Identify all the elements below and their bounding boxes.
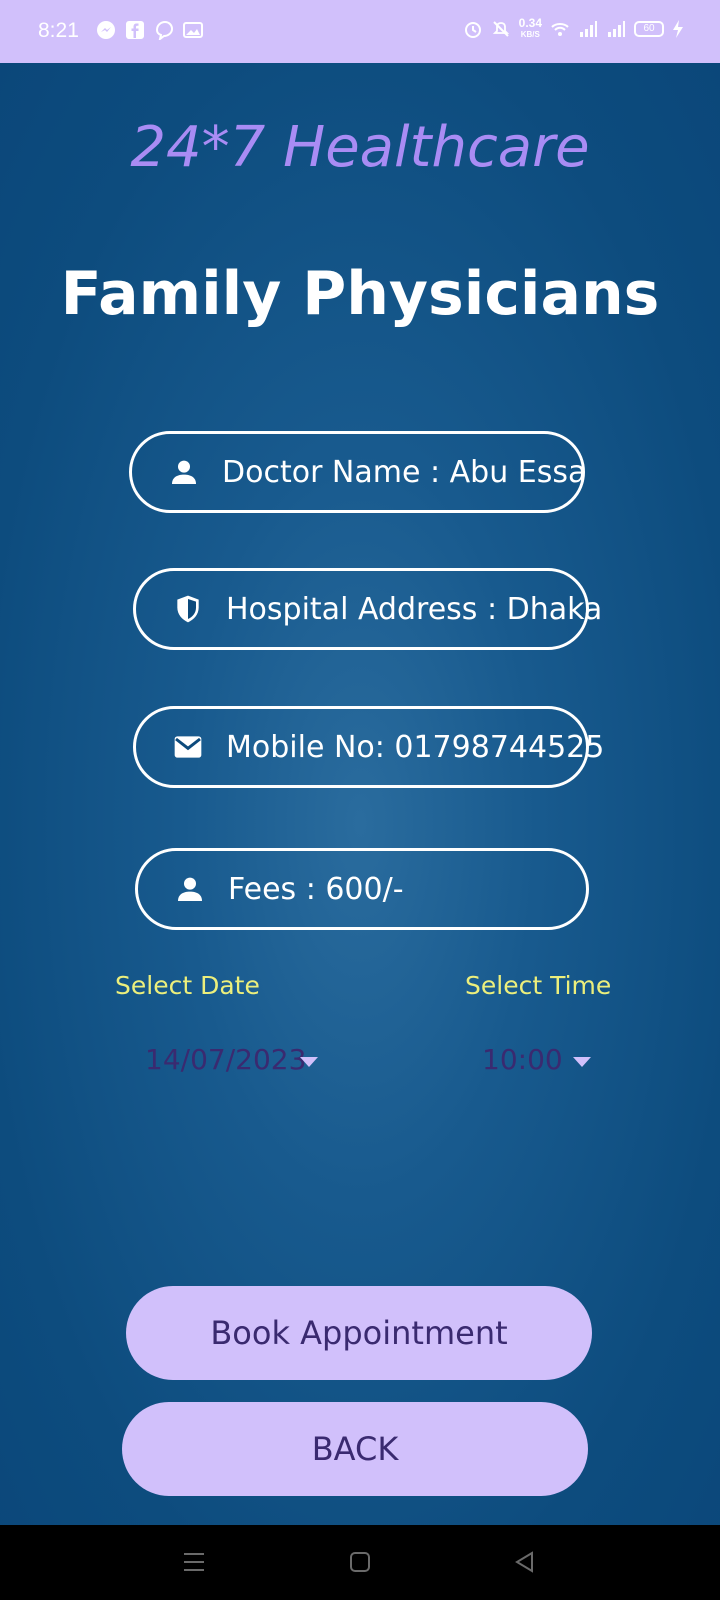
date-picker[interactable]: 14/07/2023 bbox=[145, 1043, 319, 1076]
doctor-name-field[interactable]: Doctor Name : Abu Essa bbox=[129, 431, 587, 513]
shield-icon bbox=[177, 595, 199, 623]
time-value: 10:00 bbox=[482, 1043, 563, 1076]
person-icon bbox=[172, 460, 196, 484]
doctor-name-text: Doctor Name : Abu Essa bbox=[222, 454, 587, 490]
battery-icon: 60 bbox=[634, 21, 664, 37]
fees-field[interactable]: Fees : 600/- bbox=[135, 848, 589, 930]
main-content: 24*7 Healthcare Family Physicians Doctor… bbox=[0, 63, 720, 1525]
mobile-number-text: Mobile No: 01798744525 bbox=[226, 729, 605, 765]
date-value: 14/07/2023 bbox=[145, 1043, 307, 1076]
select-date-label: Select Date bbox=[115, 971, 260, 1000]
menu-icon[interactable] bbox=[181, 1549, 207, 1575]
battery-level: 60 bbox=[643, 23, 655, 34]
network-speed-unit: KB/S bbox=[520, 30, 540, 39]
person-icon bbox=[178, 877, 202, 901]
gallery-icon bbox=[183, 22, 203, 38]
signal-icon bbox=[608, 21, 625, 37]
mute-icon bbox=[492, 21, 509, 37]
mail-icon bbox=[174, 736, 202, 758]
back-button[interactable]: BACK bbox=[122, 1402, 588, 1496]
select-time-label: Select Time bbox=[465, 971, 612, 1000]
status-bar: 8:21 0.34 KB/S 60 bbox=[0, 0, 720, 63]
time-picker[interactable]: 10:00 bbox=[482, 1043, 591, 1076]
system-icons: 0.34 KB/S 60 bbox=[463, 16, 684, 40]
hangouts-icon bbox=[155, 20, 174, 40]
network-speed-value: 0.34 bbox=[518, 16, 542, 30]
facebook-icon bbox=[126, 21, 144, 39]
page-title: Family Physicians bbox=[60, 259, 660, 329]
wifi-icon bbox=[551, 23, 569, 36]
notification-icons bbox=[96, 20, 203, 40]
hospital-address-field[interactable]: Hospital Address : Dhaka bbox=[133, 568, 602, 650]
signal-icon bbox=[580, 21, 597, 37]
mobile-number-field[interactable]: Mobile No: 01798744525 bbox=[133, 706, 604, 788]
home-icon[interactable] bbox=[347, 1549, 373, 1575]
navigation-bar bbox=[0, 1525, 720, 1600]
back-icon[interactable] bbox=[512, 1549, 538, 1575]
hospital-address-text: Hospital Address : Dhaka bbox=[226, 591, 603, 627]
app-title: 24*7 Healthcare bbox=[130, 115, 590, 180]
fees-text: Fees : 600/- bbox=[228, 871, 404, 907]
charging-icon bbox=[673, 20, 683, 38]
alarm-icon bbox=[464, 22, 481, 38]
status-time: 8:21 bbox=[38, 19, 79, 42]
chevron-down-icon bbox=[300, 1056, 319, 1067]
book-appointment-button[interactable]: Book Appointment bbox=[126, 1286, 592, 1380]
chevron-down-icon bbox=[572, 1056, 591, 1067]
messenger-icon bbox=[97, 21, 115, 39]
network-speed: 0.34 KB/S bbox=[518, 16, 542, 40]
